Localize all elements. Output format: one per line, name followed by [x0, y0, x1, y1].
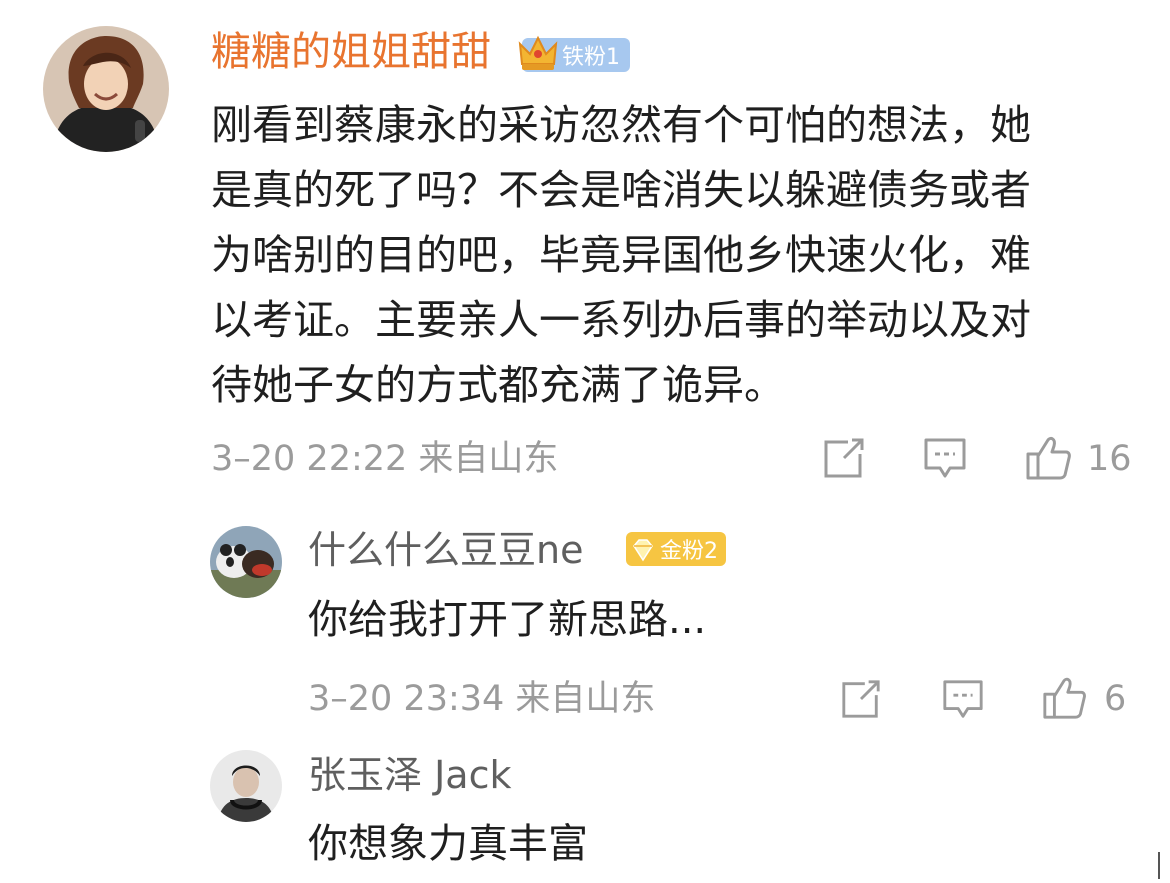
scrollbar-handle[interactable] — [1152, 852, 1166, 879]
main-comment-avatar[interactable] — [43, 26, 169, 152]
crown-icon — [518, 35, 558, 70]
like-count: 6 — [1104, 679, 1127, 719]
reply-button[interactable] — [941, 678, 985, 722]
main-comment-line: 刚看到蔡康永的采访忽然有个可怕的想法，她 — [211, 101, 1031, 149]
main-comment-line: 待她子女的方式都充满了诡异。 — [211, 361, 785, 409]
reply-text: 你给我打开了新思路... — [308, 597, 707, 643]
main-comment-line: 是真的死了吗？不会是啥消失以躲避债务或者 — [211, 166, 1031, 214]
gem-icon — [633, 539, 653, 562]
scroll-indicator-icon — [1158, 852, 1160, 879]
reply-author[interactable]: 什么什么豆豆ne — [308, 526, 583, 574]
share-icon — [824, 438, 864, 478]
fan-level-badge[interactable]: 铁粉1 — [518, 35, 630, 72]
like-count: 16 — [1087, 439, 1132, 479]
like-icon — [1026, 436, 1071, 480]
like-button[interactable] — [1041, 675, 1087, 721]
reply-text: 你想象力真丰富 — [308, 821, 588, 867]
avatar-photo — [210, 526, 282, 598]
reply-meta: 3–20 23:34 来自山东 — [308, 679, 656, 719]
share-button[interactable] — [822, 436, 866, 480]
reply-author[interactable]: 张玉泽 Jack — [308, 751, 511, 799]
share-button[interactable] — [840, 678, 882, 720]
fan-level-badge-label: 铁粉1 — [562, 45, 620, 70]
main-comment-author[interactable]: 糖糖的姐姐甜甜 — [211, 26, 491, 78]
reply-avatar[interactable] — [210, 750, 282, 822]
main-comment-text: 刚看到蔡康永的采访忽然有个可怕的想法，她 是真的死了吗？不会是啥消失以躲避债务或… — [211, 93, 1141, 418]
fan-level-badge-label: 金粉2 — [660, 539, 718, 564]
main-comment-line: 为啥别的目的吧，毕竟异国他乡快速火化，难 — [211, 231, 1031, 279]
like-button[interactable] — [1024, 434, 1072, 482]
fan-level-badge[interactable]: 金粉2 — [626, 532, 726, 566]
avatar-photo — [210, 750, 282, 822]
reply-avatar[interactable] — [210, 526, 282, 598]
comment-icon — [924, 438, 966, 478]
main-comment-meta: 3–20 22:22 来自山东 — [211, 439, 559, 479]
comment-icon — [943, 680, 983, 718]
like-icon — [1043, 677, 1086, 719]
main-comment-line: 以考证。主要亲人一系列办后事的举动以及对 — [211, 296, 1031, 344]
reply-button[interactable] — [922, 436, 968, 482]
share-icon — [842, 680, 880, 718]
avatar-photo — [43, 26, 169, 152]
